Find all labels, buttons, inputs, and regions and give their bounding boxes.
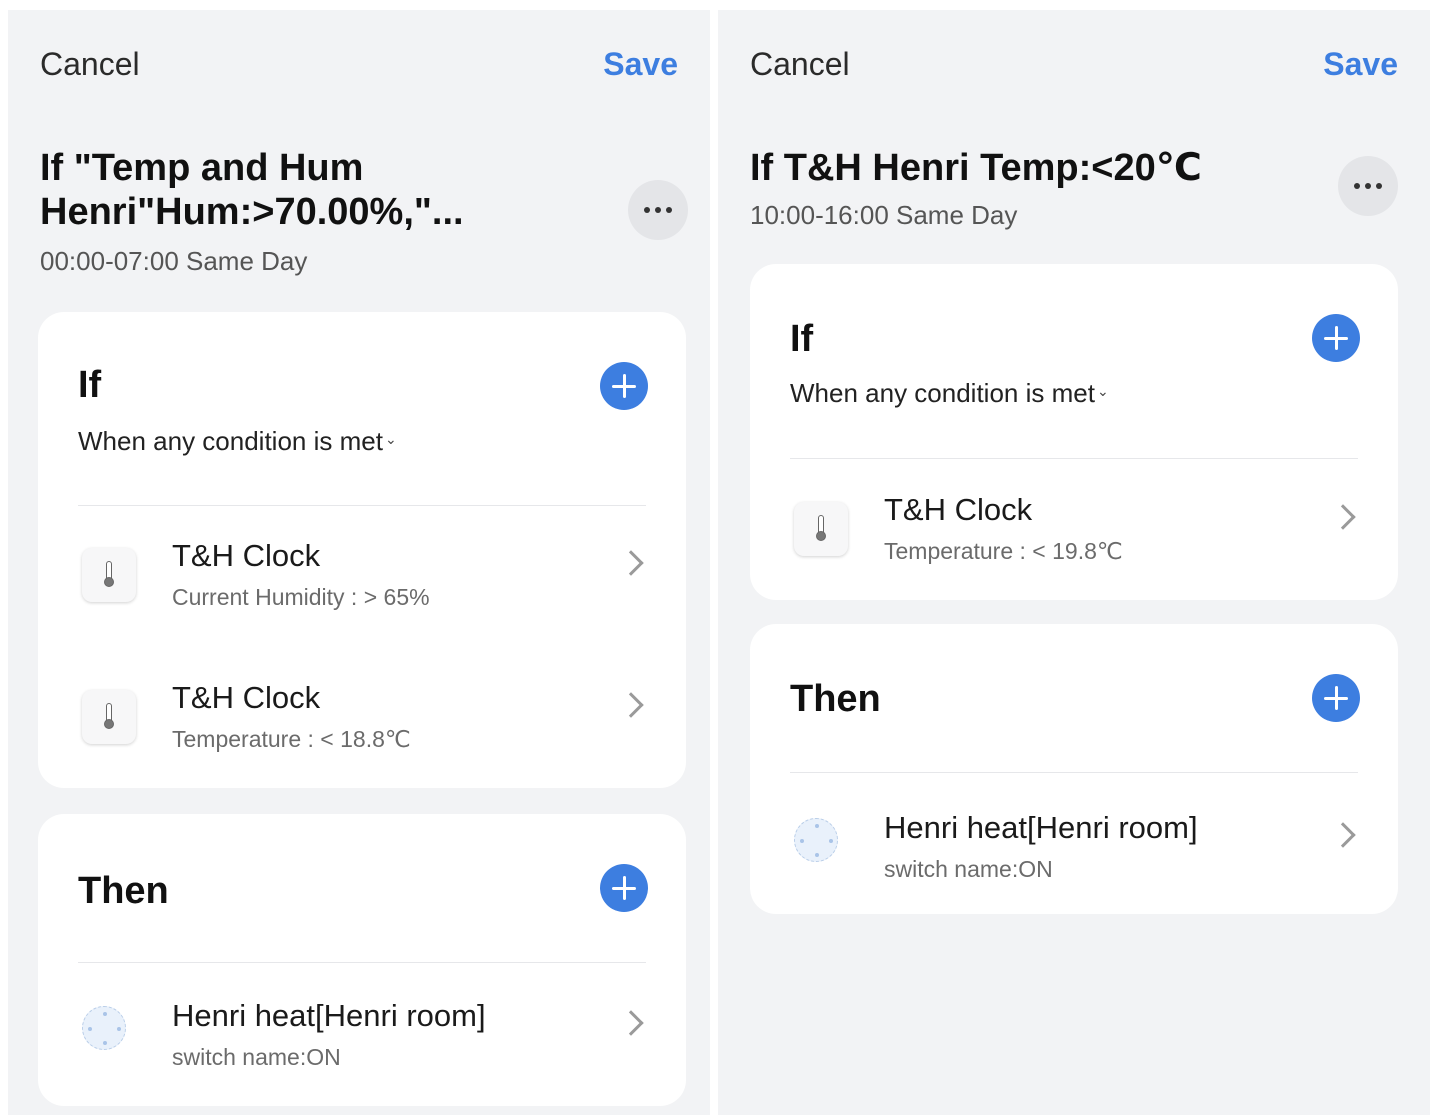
condition-detail: Current Humidity : > 65% bbox=[172, 584, 430, 610]
action-device: Henri heat[Henri room] bbox=[884, 810, 1198, 845]
condition-detail: Temperature : < 18.8℃ bbox=[172, 726, 411, 752]
scene-editor-right: Cancel Save If T&H Henri Temp:<20℃ 10:00… bbox=[718, 10, 1430, 1115]
then-card: Then Henri heat[Henri room] switch name:… bbox=[38, 814, 686, 1106]
condition-device: T&H Clock bbox=[884, 492, 1033, 527]
scene-schedule: 00:00-07:00 Same Day bbox=[40, 246, 308, 276]
divider bbox=[78, 505, 646, 506]
heater-icon bbox=[82, 1006, 126, 1050]
condition-mode-label: When any condition is met bbox=[78, 426, 383, 456]
if-card: If When any condition is met ⌄ T&H Clock … bbox=[38, 312, 686, 788]
chevron-right-icon bbox=[618, 550, 644, 576]
divider bbox=[790, 458, 1358, 459]
scene-title-line-2: Henri"Hum:>70.00%,"... bbox=[40, 191, 464, 233]
chevron-down-icon: ⌄ bbox=[384, 431, 397, 447]
cancel-button[interactable]: Cancel bbox=[40, 46, 140, 83]
add-condition-button[interactable] bbox=[600, 362, 648, 410]
action-detail: switch name:ON bbox=[884, 856, 1053, 882]
if-heading: If bbox=[790, 318, 814, 360]
add-condition-button[interactable] bbox=[1312, 314, 1360, 362]
chevron-down-icon: ⌄ bbox=[1096, 383, 1109, 399]
cancel-button[interactable]: Cancel bbox=[750, 46, 850, 83]
action-device: Henri heat[Henri room] bbox=[172, 998, 486, 1033]
top-bar: Cancel Save bbox=[40, 46, 678, 86]
condition-device: T&H Clock bbox=[172, 680, 321, 715]
condition-mode-selector[interactable]: When any condition is met ⌄ bbox=[790, 378, 1109, 409]
chevron-right-icon bbox=[1330, 822, 1356, 848]
chevron-right-icon bbox=[618, 1010, 644, 1036]
top-bar: Cancel Save bbox=[750, 46, 1398, 86]
action-detail: switch name:ON bbox=[172, 1044, 341, 1070]
more-icon[interactable] bbox=[1338, 156, 1398, 216]
add-action-button[interactable] bbox=[1312, 674, 1360, 722]
scene-schedule: 10:00-16:00 Same Day bbox=[750, 200, 1018, 230]
add-action-button[interactable] bbox=[600, 864, 648, 912]
condition-mode-selector[interactable]: When any condition is met ⌄ bbox=[78, 426, 397, 457]
thermometer-icon bbox=[794, 502, 848, 556]
if-heading: If bbox=[78, 364, 102, 406]
heater-icon bbox=[794, 818, 838, 862]
chevron-right-icon bbox=[1330, 504, 1356, 530]
then-heading: Then bbox=[78, 870, 169, 912]
screens: Cancel Save If "Temp and Hum Henri"Hum:>… bbox=[0, 0, 1436, 1115]
condition-row[interactable]: T&H Clock Temperature : < 18.8℃ bbox=[38, 664, 686, 774]
save-button[interactable]: Save bbox=[603, 46, 678, 83]
then-card: Then Henri heat[Henri room] switch name:… bbox=[750, 624, 1398, 914]
scene-title-line-1: If "Temp and Hum bbox=[40, 147, 364, 189]
action-row[interactable]: Henri heat[Henri room] switch name:ON bbox=[750, 794, 1398, 904]
thermometer-icon bbox=[82, 548, 136, 602]
condition-mode-label: When any condition is met bbox=[790, 378, 1095, 408]
condition-detail: Temperature : < 19.8℃ bbox=[884, 538, 1123, 564]
save-button[interactable]: Save bbox=[1323, 46, 1398, 83]
scene-title: If T&H Henri Temp:<20℃ bbox=[750, 147, 1202, 189]
then-heading: Then bbox=[790, 678, 881, 720]
divider bbox=[790, 772, 1358, 773]
if-card: If When any condition is met ⌄ T&H Clock … bbox=[750, 264, 1398, 600]
scene-title: If "Temp and Hum Henri"Hum:>70.00%,"... bbox=[40, 146, 464, 234]
chevron-right-icon bbox=[618, 692, 644, 718]
action-row[interactable]: Henri heat[Henri room] switch name:ON bbox=[38, 982, 686, 1092]
divider bbox=[78, 962, 646, 963]
more-icon[interactable] bbox=[628, 180, 688, 240]
condition-device: T&H Clock bbox=[172, 538, 321, 573]
scene-editor-left: Cancel Save If "Temp and Hum Henri"Hum:>… bbox=[8, 10, 710, 1115]
thermometer-icon bbox=[82, 690, 136, 744]
condition-row[interactable]: T&H Clock Current Humidity : > 65% bbox=[38, 522, 686, 632]
condition-row[interactable]: T&H Clock Temperature : < 19.8℃ bbox=[750, 476, 1398, 586]
